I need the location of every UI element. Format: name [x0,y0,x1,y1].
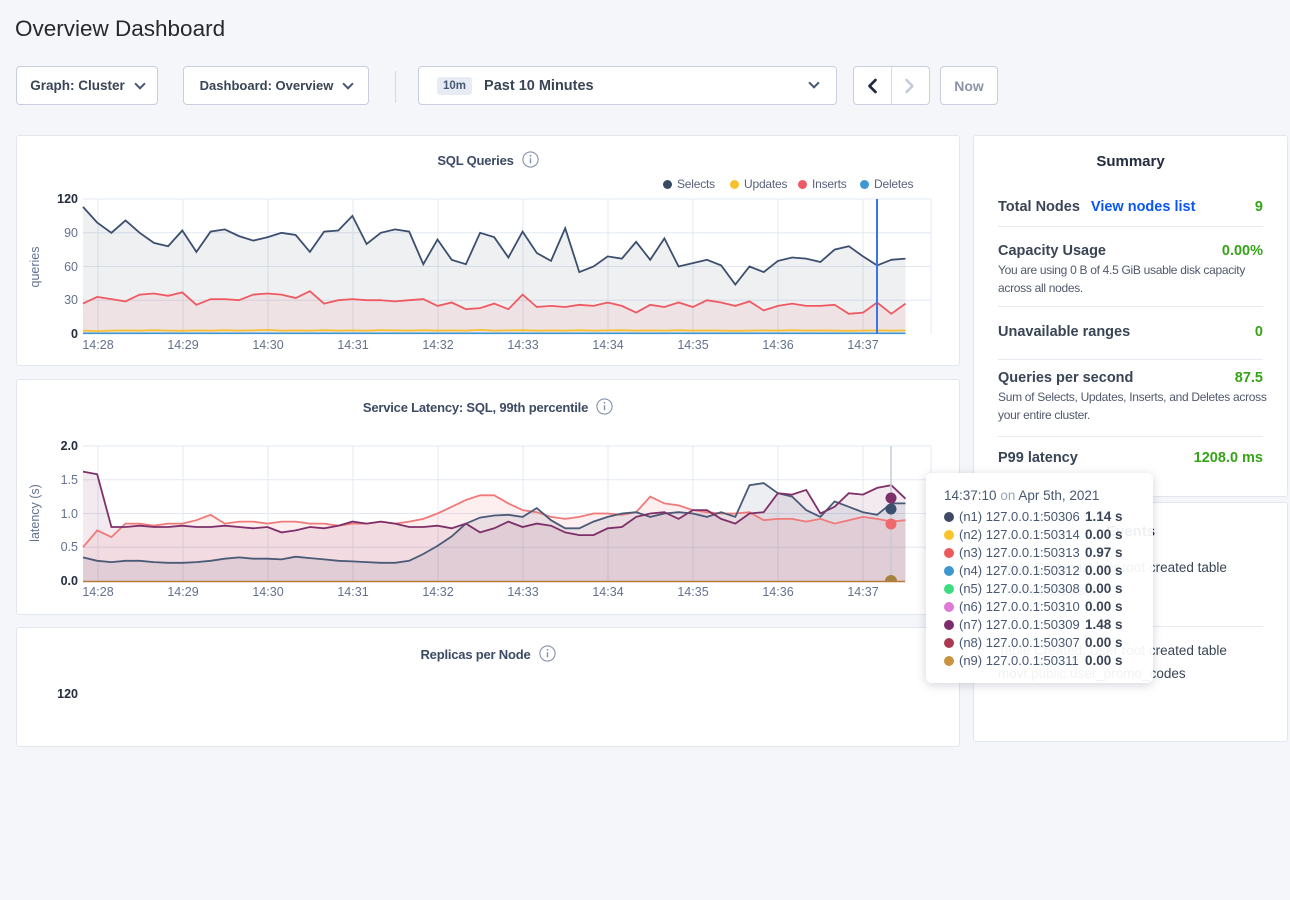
svg-text:14:28: 14:28 [82,338,113,352]
svg-text:14:31: 14:31 [337,338,368,352]
svg-text:14:35: 14:35 [677,338,708,352]
svg-text:14:37: 14:37 [847,338,878,352]
svg-text:14:37: 14:37 [847,585,878,599]
svg-text:14:32: 14:32 [422,338,453,352]
svg-text:14:36: 14:36 [762,585,793,599]
svg-text:14:30: 14:30 [252,338,283,352]
svg-text:14:29: 14:29 [167,585,198,599]
svg-text:14:34: 14:34 [592,338,623,352]
svg-text:14:33: 14:33 [507,585,538,599]
svg-text:14:32: 14:32 [422,585,453,599]
svg-text:14:30: 14:30 [252,585,283,599]
svg-text:14:36: 14:36 [762,338,793,352]
svg-text:14:29: 14:29 [167,338,198,352]
svg-text:14:28: 14:28 [82,585,113,599]
svg-text:14:35: 14:35 [677,585,708,599]
svg-text:14:31: 14:31 [337,585,368,599]
svg-text:14:34: 14:34 [592,585,623,599]
svg-text:14:33: 14:33 [507,338,538,352]
